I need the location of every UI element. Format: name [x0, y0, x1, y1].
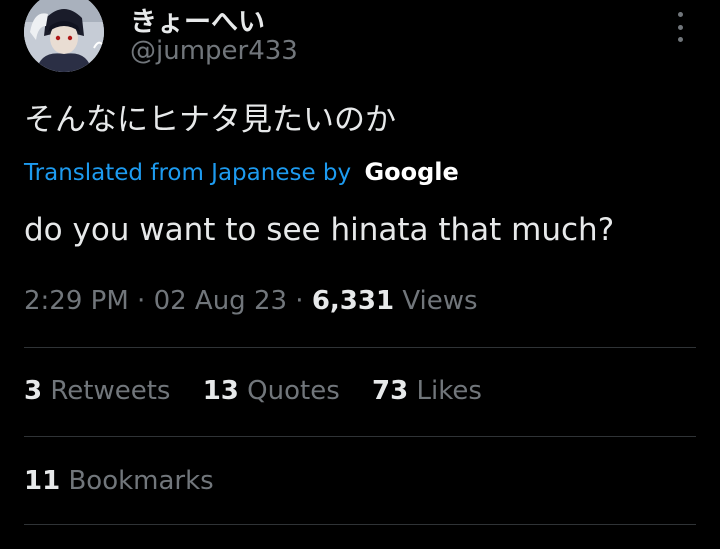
- likes-stat[interactable]: 73 Likes: [372, 376, 482, 406]
- translation-attribution: Translated from Japanese by Google: [24, 158, 459, 186]
- retweets-count: 3: [24, 376, 43, 406]
- meta-separator: ·: [137, 286, 146, 316]
- translated-from-link[interactable]: Translated from Japanese by: [24, 160, 351, 186]
- divider: [24, 436, 696, 437]
- display-name[interactable]: きょーへい: [130, 0, 265, 39]
- views-count: 6,331: [311, 286, 395, 316]
- bookmarks-label: Bookmarks: [68, 466, 214, 496]
- engagement-stats: 3 Retweets 13 Quotes 73 Likes: [24, 376, 506, 406]
- avatar[interactable]: [24, 0, 104, 72]
- divider: [24, 347, 696, 348]
- more-options-button[interactable]: [668, 12, 692, 42]
- likes-count: 73: [372, 376, 409, 406]
- tweet-date[interactable]: 02 Aug 23: [154, 286, 287, 316]
- bookmarks-count: 11: [24, 466, 61, 496]
- quotes-count: 13: [202, 376, 239, 406]
- likes-label: Likes: [416, 376, 482, 406]
- retweets-label: Retweets: [50, 376, 171, 406]
- more-vertical-icon: [677, 12, 683, 17]
- more-vertical-icon-dot: [677, 37, 683, 42]
- tweet-meta: 2:29 PM · 02 Aug 23 · 6,331 Views: [24, 286, 478, 316]
- translated-text: do you want to see hinata that much?: [24, 212, 615, 248]
- google-logo: Google: [364, 158, 459, 186]
- retweets-stat[interactable]: 3 Retweets: [24, 376, 170, 406]
- meta-separator: ·: [295, 286, 304, 316]
- tweet-time[interactable]: 2:29 PM: [24, 286, 129, 316]
- avatar-image: [24, 0, 104, 72]
- tweet-text: そんなにヒナタ見たいのか: [24, 102, 396, 138]
- quotes-label: Quotes: [247, 376, 340, 406]
- bookmarks-stat[interactable]: 11 Bookmarks: [24, 466, 214, 496]
- divider: [24, 524, 696, 525]
- quotes-stat[interactable]: 13 Quotes: [203, 376, 340, 406]
- more-vertical-icon-dot: [677, 24, 683, 30]
- user-handle[interactable]: @jumper433: [130, 36, 298, 66]
- views-label: Views: [402, 286, 478, 316]
